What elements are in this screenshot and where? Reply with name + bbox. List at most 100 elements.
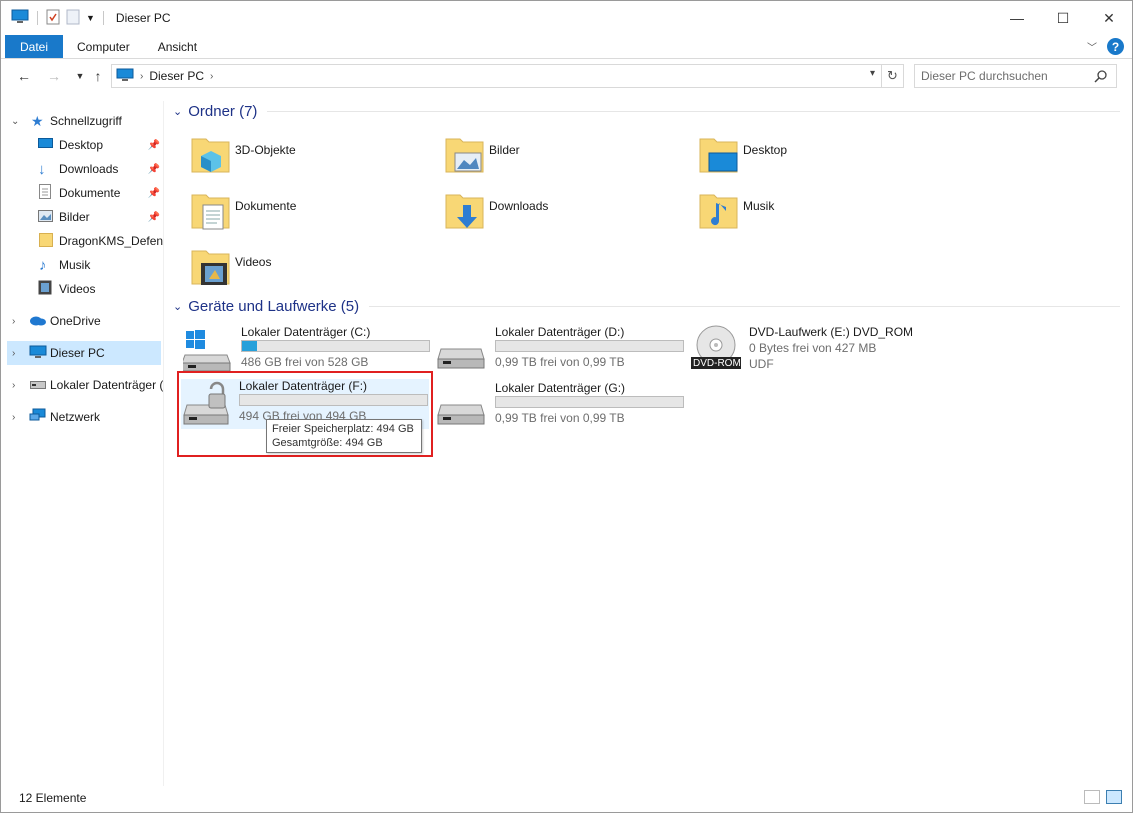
new-folder-icon[interactable] [66, 9, 80, 28]
drive-free-space: 0 Bytes frei von 427 MB [749, 341, 877, 355]
close-button[interactable]: ✕ [1086, 1, 1132, 35]
group-title: Geräte und Laufwerke (5) [188, 298, 360, 315]
sidebar-item-dragonkms[interactable]: DragonKMS_Defend [1, 229, 164, 253]
folder-label: Videos [235, 255, 272, 269]
properties-icon[interactable] [46, 9, 60, 28]
folder-downloads[interactable]: Downloads [443, 189, 683, 239]
sidebar-item-desktop[interactable]: Desktop 📌 [1, 133, 163, 157]
documents-folder-icon [191, 194, 230, 230]
sidebar-item-bilder[interactable]: Bilder 📌 [1, 205, 163, 229]
sidebar-item-label: OneDrive [50, 314, 101, 328]
search-icon[interactable] [1094, 69, 1108, 86]
sidebar-item-onedrive[interactable]: › OneDrive [1, 309, 163, 333]
customize-toolbar-icon[interactable]: ▼ [86, 13, 95, 23]
group-header-drives[interactable]: ⌄ Geräte und Laufwerke (5) [173, 298, 1120, 315]
back-button[interactable]: ← [15, 65, 33, 87]
tab-computer[interactable]: Computer [63, 35, 144, 58]
drive-icon [437, 348, 485, 369]
folder-desktop[interactable]: Desktop [697, 133, 937, 183]
explorer-window: ▼ Dieser PC — ☐ ✕ Datei Computer Ansicht… [0, 0, 1133, 813]
tiles-view-icon[interactable] [1106, 790, 1122, 804]
folder-icon [39, 232, 53, 250]
sidebar-item-downloads[interactable]: ↓ Downloads 📌 [1, 157, 163, 181]
sidebar-item-videos[interactable]: Videos [1, 277, 163, 301]
recent-locations-button[interactable]: ▼ [71, 65, 89, 87]
sidebar-item-label: DragonKMS_Defend [59, 234, 164, 248]
navigation-bar: ← → ▼ ↑ › Dieser PC › ▾ ↻ [1, 63, 1132, 89]
drive-g[interactable]: Lokaler Datenträger (G:) 0,99 TB frei vo… [437, 381, 687, 433]
chevron-right-icon[interactable]: › [12, 316, 22, 327]
sidebar-item-dieser-pc[interactable]: › Dieser PC [7, 341, 161, 365]
chevron-down-icon[interactable]: ⌄ [173, 105, 182, 118]
drive-name: Lokaler Datenträger (D:) [495, 325, 625, 339]
pin-icon[interactable]: 📌 [148, 164, 160, 175]
desktop-icon [38, 137, 53, 153]
expand-ribbon-icon[interactable]: ﹀ [1087, 39, 1097, 54]
folder-bilder[interactable]: Bilder [443, 133, 683, 183]
sidebar-item-local-disk[interactable]: › Lokaler Datenträger ( [1, 373, 163, 397]
group-header-folders[interactable]: ⌄ Ordner (7) [173, 103, 1120, 120]
minimize-button[interactable]: — [994, 1, 1040, 35]
pc-icon[interactable] [11, 9, 29, 28]
usage-bar [495, 396, 684, 408]
sidebar-item-quick-access[interactable]: ⌄ ★ Schnellzugriff [1, 109, 163, 133]
drive-free-space: 0,99 TB frei von 0,99 TB [495, 355, 625, 369]
sidebar-item-label: Schnellzugriff [50, 114, 122, 128]
drive-d[interactable]: Lokaler Datenträger (D:) 0,99 TB frei vo… [437, 325, 687, 377]
tooltip-total-size: Gesamtgröße: 494 GB [272, 437, 383, 449]
tab-ansicht[interactable]: Ansicht [144, 35, 211, 58]
window-controls: — ☐ ✕ [994, 1, 1132, 35]
sidebar-item-label: Videos [59, 282, 96, 296]
downloads-folder-icon [445, 194, 484, 229]
status-bar: 12 Elemente [1, 787, 1132, 809]
chevron-right-icon[interactable]: › [12, 348, 22, 359]
search-box[interactable] [914, 64, 1117, 88]
sidebar-item-label: Bilder [59, 210, 90, 224]
drive-name: DVD-Laufwerk (E:) DVD_ROM [749, 325, 914, 339]
chevron-down-icon[interactable]: ⌄ [173, 300, 182, 313]
maximize-button[interactable]: ☐ [1040, 1, 1086, 35]
forward-button[interactable]: → [45, 65, 63, 87]
drive-name: Lokaler Datenträger (C:) [241, 325, 371, 339]
folder-videos[interactable]: Videos [189, 245, 429, 295]
desktop-folder-icon [699, 138, 738, 173]
pin-icon[interactable]: 📌 [148, 212, 160, 223]
help-icon[interactable]: ? [1107, 38, 1124, 55]
folder-dokumente[interactable]: Dokumente [189, 189, 429, 239]
sidebar-item-label: Musik [59, 258, 91, 272]
chevron-down-icon[interactable]: ⌄ [11, 116, 21, 127]
chevron-right-icon[interactable]: › [140, 71, 143, 82]
sidebar-item-dokumente[interactable]: Dokumente 📌 [1, 181, 163, 205]
search-input[interactable] [921, 69, 1091, 83]
address-bar[interactable]: › Dieser PC › ▾ ↻ [111, 64, 904, 88]
window-title: Dieser PC [115, 11, 171, 25]
chevron-down-icon[interactable]: ▾ [870, 68, 875, 79]
sidebar-item-label: Netzwerk [50, 410, 101, 424]
pin-icon[interactable]: 📌 [148, 188, 160, 199]
chevron-right-icon[interactable]: › [210, 71, 213, 82]
details-view-icon[interactable] [1084, 790, 1100, 804]
sidebar-item-label: Dieser PC [50, 346, 105, 360]
group-title: Ordner (7) [188, 103, 258, 120]
chevron-right-icon[interactable]: › [12, 380, 22, 391]
refresh-button[interactable]: ↻ [881, 65, 903, 87]
drive-c[interactable]: Lokaler Datenträger (C:) 486 GB frei von… [183, 325, 433, 377]
chevron-right-icon[interactable]: › [12, 412, 22, 423]
folder-label: Downloads [489, 199, 549, 213]
drive-free-space: 486 GB frei von 528 GB [241, 355, 369, 369]
pictures-icon [38, 209, 53, 225]
folder-3d-objekte[interactable]: 3D-Objekte [189, 133, 429, 183]
up-button[interactable]: ↑ [89, 65, 107, 87]
drive-e-dvd[interactable]: DVD-ROM DVD-Laufwerk (E:) DVD_ROM 0 Byte… [691, 325, 941, 377]
breadcrumb-dieser-pc[interactable]: Dieser PC [149, 69, 204, 83]
pc-icon [116, 68, 134, 85]
sidebar-item-netzwerk[interactable]: › Netzwerk [1, 405, 163, 429]
dvd-rom-badge: DVD-ROM [693, 358, 741, 369]
folder-label: Desktop [743, 143, 788, 157]
tab-datei[interactable]: Datei [5, 35, 64, 58]
sidebar-item-musik[interactable]: ♪ Musik [1, 253, 163, 277]
pin-icon[interactable]: 📌 [148, 140, 160, 151]
folder-musik[interactable]: Musik [697, 189, 937, 239]
pictures-folder-icon [445, 138, 484, 173]
sidebar-item-label: Downloads [59, 162, 119, 176]
